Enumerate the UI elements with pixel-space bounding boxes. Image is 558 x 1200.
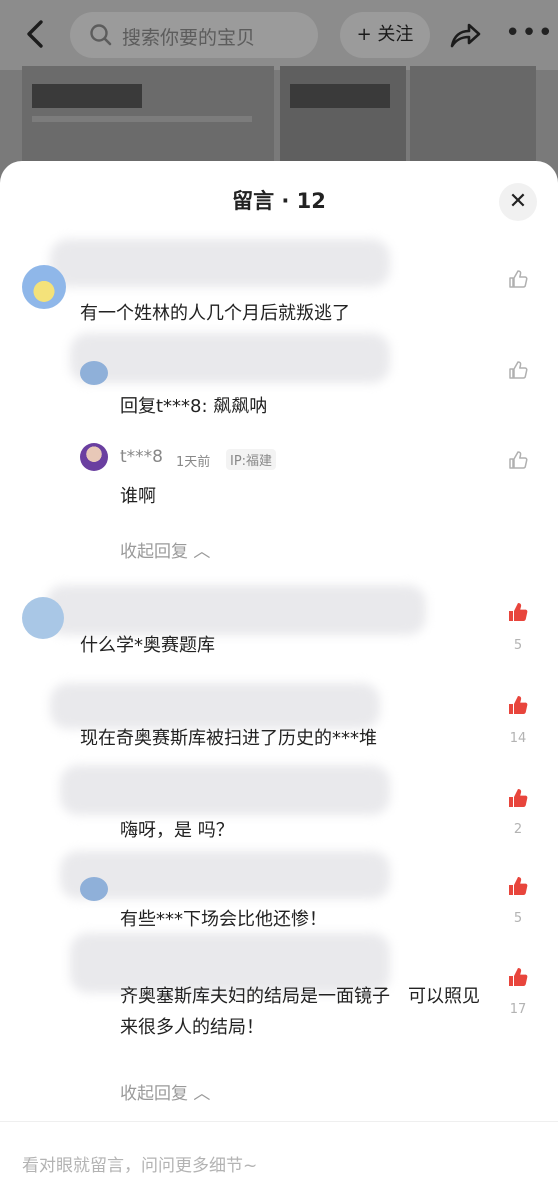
like-count: 17	[509, 1002, 527, 1017]
comment-sheet: 留言 · 12 ✕ 有一个姓林的人几个月后就叛逃了 回复t***8: 飙飙呐 t…	[0, 161, 558, 1200]
like-icon-filled[interactable]	[507, 875, 529, 897]
divider	[0, 1121, 558, 1122]
search-icon	[90, 24, 112, 46]
collapse-replies-button[interactable]: 收起回复 ︿	[120, 1079, 210, 1104]
like-count: 5	[513, 638, 523, 653]
blurred-username	[50, 683, 380, 729]
reply-text: 齐奥塞斯库夫妇的结局是一面镜子 可以照见来很多人的结局！	[120, 986, 480, 1038]
avatar[interactable]	[22, 597, 64, 639]
reply-text: 有些***下场会比他还惨！	[120, 909, 327, 930]
like-icon-filled[interactable]	[507, 966, 529, 988]
comment-input[interactable]: 看对眼就留言，问问更多细节~	[22, 1151, 257, 1176]
more-icon[interactable]: •••	[505, 18, 554, 48]
collapse-label: 收起回复	[120, 1084, 188, 1104]
photo-thumbnail[interactable]	[410, 66, 536, 166]
blurred-username	[60, 851, 390, 899]
search-placeholder: 搜索你要的宝贝	[122, 27, 256, 49]
photo-strip	[0, 66, 558, 166]
photo-thumbnail[interactable]	[280, 66, 406, 166]
collapse-label: 收起回复	[120, 542, 188, 562]
like-icon-filled[interactable]	[507, 601, 529, 623]
like-icon[interactable]	[507, 359, 529, 381]
like-count: 5	[513, 911, 523, 926]
like-count: 2	[513, 822, 523, 837]
reply-username[interactable]: t***8	[120, 447, 163, 467]
reply-text: 谁啊	[120, 486, 156, 507]
follow-button[interactable]: + 关注	[340, 12, 430, 58]
like-count: 14	[509, 731, 527, 746]
chevron-up-icon: ︿	[193, 1084, 211, 1104]
like-icon-filled[interactable]	[507, 787, 529, 809]
blurred-username	[70, 333, 390, 383]
reply-text: 回复t***8: 飙飙呐	[120, 396, 268, 417]
avatar[interactable]	[80, 361, 108, 385]
avatar[interactable]	[22, 265, 66, 309]
chevron-up-icon: ︿	[193, 542, 211, 562]
ip-badge: IP:福建	[226, 449, 277, 470]
back-icon[interactable]	[18, 16, 54, 52]
reply-time: 1天前	[176, 455, 211, 470]
like-icon[interactable]	[507, 268, 529, 290]
search-box[interactable]: 搜索你要的宝贝	[70, 12, 318, 58]
top-bar: 搜索你要的宝贝 + 关注 •••	[0, 0, 558, 70]
avatar[interactable]	[80, 443, 108, 471]
comment-text: 有一个姓林的人几个月后就叛逃了	[80, 303, 350, 324]
share-icon[interactable]	[448, 18, 482, 52]
comment-text: 什么学*奥赛题库	[80, 635, 215, 656]
blurred-username	[50, 239, 390, 287]
collapse-replies-button[interactable]: 收起回复 ︿	[120, 537, 210, 562]
like-icon[interactable]	[507, 449, 529, 471]
sheet-title: 留言 · 12	[232, 189, 326, 213]
reply-text: 嗨呀，是 吗？	[120, 820, 234, 841]
comment-text: 现在奇奥赛斯库被扫进了历史的***堆	[80, 728, 377, 749]
photo-thumbnail[interactable]	[22, 66, 274, 166]
close-button[interactable]: ✕	[499, 183, 537, 221]
blurred-username	[60, 765, 390, 815]
avatar[interactable]	[80, 877, 108, 901]
like-icon-filled[interactable]	[507, 694, 529, 716]
blurred-username	[46, 585, 426, 635]
